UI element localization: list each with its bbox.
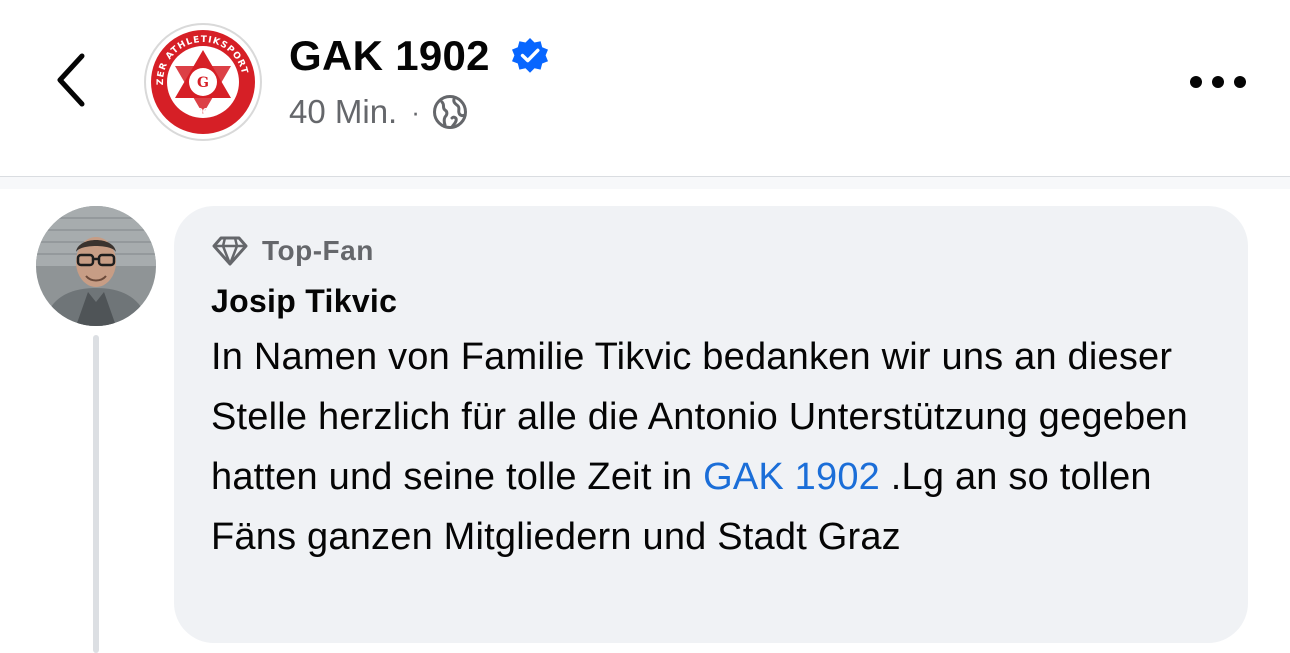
post-meta: 40 Min. ·: [289, 92, 468, 132]
commenter-avatar[interactable]: [36, 206, 156, 326]
comment-text: In Namen von Familie Tikvic bedanken wir…: [211, 327, 1236, 567]
svg-text:G: G: [197, 75, 209, 91]
chevron-left-icon: [57, 53, 85, 107]
more-options-button[interactable]: [1184, 62, 1252, 102]
page-name[interactable]: GAK 1902: [289, 31, 490, 81]
top-fan-badge: Top-Fan: [212, 231, 374, 271]
diamond-icon: [212, 236, 248, 266]
comment-author[interactable]: Josip Tikvic: [211, 281, 397, 321]
post-header: GRAZER ATHLETIKSPORT KLUB G 1902 GAK 190…: [0, 0, 1290, 176]
more-horizontal-icon: [1190, 76, 1246, 88]
page-mention-link[interactable]: GAK 1902: [703, 456, 880, 498]
back-button[interactable]: [48, 48, 96, 112]
verified-badge-icon: [512, 38, 548, 73]
page-logo[interactable]: GRAZER ATHLETIKSPORT KLUB G 1902: [139, 15, 263, 142]
reply-thread-line: [93, 335, 99, 653]
meta-separator: ·: [411, 96, 420, 127]
top-fan-label: Top-Fan: [262, 235, 374, 266]
timestamp[interactable]: 40 Min.: [289, 93, 397, 131]
globe-icon: [432, 95, 467, 129]
header-divider-band: [0, 177, 1290, 189]
